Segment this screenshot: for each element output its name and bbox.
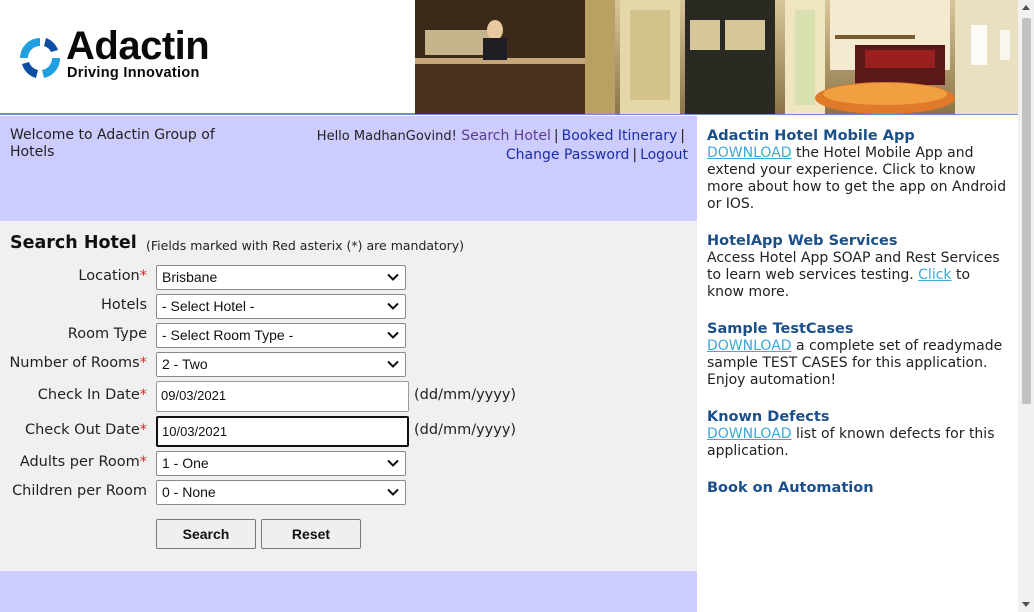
check-out-label-text: Check Out Date	[24, 422, 140, 438]
scrollbar-thumb[interactable]	[1022, 18, 1031, 404]
nav-separator: |	[680, 128, 685, 144]
hotels-label: Hotels	[101, 297, 147, 313]
rooms-label: Number of Rooms*	[9, 355, 147, 371]
search-hotel-panel: Search Hotel (Fields marked with Red ast…	[0, 221, 697, 571]
vertical-scrollbar[interactable]	[1018, 0, 1034, 612]
children-select[interactable]: 0 - None	[156, 480, 406, 505]
web-services-click-link[interactable]: Click	[918, 267, 951, 283]
adactin-logo-icon	[20, 38, 61, 78]
booked-itinerary-link[interactable]: Booked Itinerary	[562, 128, 678, 144]
adults-value: 1 - One	[162, 455, 209, 471]
chevron-down-icon	[387, 273, 399, 281]
footer-band	[0, 571, 697, 612]
hotels-label-text: Hotels	[101, 297, 147, 313]
known-defects-download-link[interactable]: DOWNLOAD	[707, 426, 792, 442]
mandatory-star: *	[139, 355, 147, 371]
mobile-app-section: Adactin Hotel Mobile App DOWNLOAD the Ho…	[707, 128, 1007, 213]
chevron-down-icon	[387, 459, 399, 467]
location-label-text: Location	[78, 268, 140, 284]
children-label: Children per Room	[12, 483, 147, 499]
web-services-section: HotelApp Web Services Access Hotel App S…	[707, 233, 1007, 301]
location-label: Location*	[78, 268, 147, 284]
check-in-value: 09/03/2021	[161, 388, 227, 403]
search-hotel-title: Search Hotel	[10, 233, 137, 253]
children-value: 0 - None	[162, 484, 216, 500]
children-label-text: Children per Room	[12, 483, 147, 499]
header: Adactin Driving Innovation	[0, 0, 1018, 115]
room-type-label-text: Room Type	[67, 326, 147, 342]
known-defects-section: Known Defects DOWNLOAD list of known def…	[707, 409, 1007, 460]
mandatory-note: (Fields marked with Red asterix (*) are …	[146, 238, 465, 253]
hotels-select[interactable]: - Select Hotel -	[156, 294, 406, 319]
search-hotel-link[interactable]: Search Hotel	[461, 128, 551, 144]
hotels-value: - Select Hotel -	[162, 298, 255, 314]
chevron-down-icon	[387, 360, 399, 368]
adults-select[interactable]: 1 - One	[156, 451, 406, 476]
check-out-label: Check Out Date*	[25, 422, 147, 438]
nav-separator: |	[632, 147, 638, 163]
mandatory-star: *	[139, 454, 147, 470]
scroll-down-icon[interactable]	[1018, 596, 1034, 612]
mobile-app-download-link[interactable]: DOWNLOAD	[707, 145, 792, 161]
adults-label-text: Adults per Room	[19, 454, 140, 470]
check-in-format-hint: (dd/mm/yyyy)	[414, 387, 517, 403]
test-cases-section: Sample TestCases DOWNLOAD a complete set…	[707, 321, 1007, 389]
nav-separator: |	[553, 128, 559, 144]
book-section: Book on Automation	[707, 480, 1007, 497]
rooms-label-text: Number of Rooms	[9, 355, 140, 371]
check-in-date-input[interactable]: 09/03/2021	[156, 381, 409, 412]
mandatory-star: *	[139, 422, 147, 438]
hello-user: Hello MadhanGovind!	[316, 129, 457, 144]
logout-link[interactable]: Logout	[640, 147, 688, 163]
change-password-link[interactable]: Change Password	[506, 147, 629, 163]
hotel-lobby-banner	[415, 0, 1018, 114]
test-cases-title[interactable]: Sample TestCases	[707, 321, 1007, 338]
web-services-title[interactable]: HotelApp Web Services	[707, 233, 1007, 250]
logo-subtitle: Driving Innovation	[67, 65, 200, 81]
rooms-select[interactable]: 2 - Two	[156, 352, 406, 377]
location-select[interactable]: Brisbane	[156, 265, 406, 290]
test-cases-download-link[interactable]: DOWNLOAD	[707, 338, 792, 354]
check-out-value: 10/03/2021	[162, 424, 228, 439]
check-in-label-text: Check In Date	[37, 387, 140, 403]
logo-title: Adactin	[66, 24, 210, 68]
chevron-down-icon	[387, 302, 399, 310]
adactin-logo: Adactin Driving Innovation	[14, 24, 229, 88]
room-type-label: Room Type	[68, 326, 147, 342]
check-out-format-hint: (dd/mm/yyyy)	[414, 422, 517, 438]
mandatory-star: *	[139, 387, 147, 403]
room-type-select[interactable]: - Select Room Type -	[156, 323, 406, 348]
known-defects-title[interactable]: Known Defects	[707, 409, 1007, 426]
scroll-up-icon[interactable]	[1018, 0, 1034, 16]
check-in-label: Check In Date*	[38, 387, 147, 403]
welcome-band: Welcome to Adactin Group of Hotels Hello…	[0, 116, 697, 221]
reset-button[interactable]: Reset	[261, 519, 361, 549]
rooms-value: 2 - Two	[162, 356, 208, 372]
adults-label: Adults per Room*	[20, 454, 147, 470]
chevron-down-icon	[387, 331, 399, 339]
mandatory-star: *	[139, 268, 147, 284]
right-sidebar: Adactin Hotel Mobile App DOWNLOAD the Ho…	[697, 116, 1018, 612]
location-value: Brisbane	[162, 269, 218, 285]
mobile-app-title[interactable]: Adactin Hotel Mobile App	[707, 128, 1007, 145]
check-out-date-input[interactable]: 10/03/2021	[156, 416, 409, 447]
book-on-automation-title[interactable]: Book on Automation	[707, 480, 1007, 497]
user-nav: Hello MadhanGovind! Search Hotel | Booked …	[268, 127, 688, 164]
welcome-text: Welcome to Adactin Group of Hotels	[10, 127, 215, 160]
chevron-down-icon	[387, 488, 399, 496]
search-button[interactable]: Search	[156, 519, 256, 549]
room-type-value: - Select Room Type -	[162, 327, 294, 343]
